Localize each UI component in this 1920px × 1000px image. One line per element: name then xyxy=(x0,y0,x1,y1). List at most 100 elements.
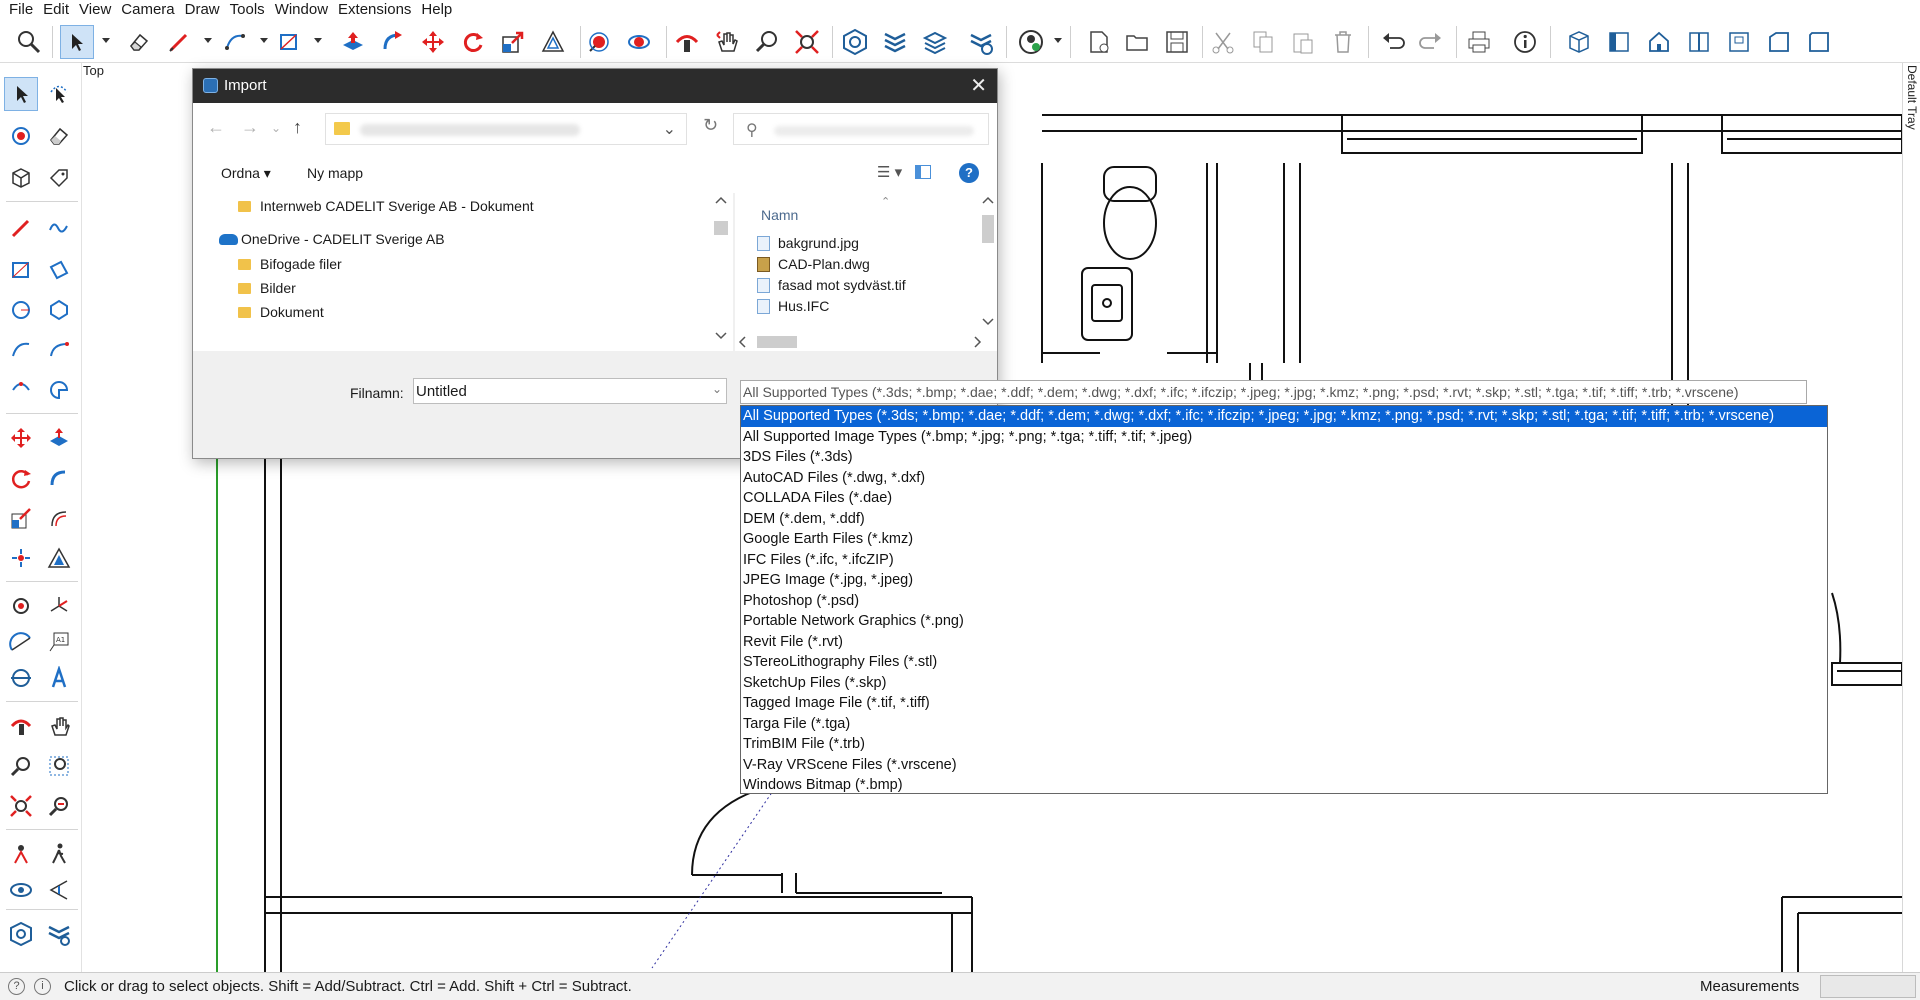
pan-hand-icon[interactable] xyxy=(710,25,744,59)
save-icon[interactable] xyxy=(1160,25,1194,59)
model-info-icon[interactable] xyxy=(1508,25,1542,59)
front-view-icon[interactable] xyxy=(1642,25,1676,59)
section-display-icon[interactable] xyxy=(42,873,76,907)
move-icon[interactable] xyxy=(4,421,38,455)
geo-location-icon[interactable]: ? xyxy=(8,978,25,995)
menu-file[interactable]: File xyxy=(4,0,38,20)
measurements-input[interactable] xyxy=(1820,975,1916,998)
file-type-option[interactable]: IFC Files (*.ifc, *.ifcZIP) xyxy=(741,550,1827,571)
file-type-option[interactable]: V-Ray VRScene Files (*.vrscene) xyxy=(741,755,1827,776)
look-around-icon[interactable] xyxy=(4,873,38,907)
file-type-option[interactable]: COLLADA Files (*.dae) xyxy=(741,488,1827,509)
menu-camera[interactable]: Camera xyxy=(116,0,179,20)
warehouse-icon[interactable] xyxy=(4,917,38,951)
file-item[interactable]: CAD-Plan.dwg xyxy=(757,253,870,275)
freehand-icon[interactable] xyxy=(42,211,76,245)
menu-tools[interactable]: Tools xyxy=(225,0,270,20)
scale-icon[interactable] xyxy=(4,501,38,535)
chevron-down-icon[interactable] xyxy=(102,38,110,43)
file-type-option[interactable]: All Supported Image Types (*.bmp; *.jpg;… xyxy=(741,427,1827,448)
paint-bucket-icon[interactable] xyxy=(4,119,38,153)
pencil-line-icon[interactable] xyxy=(162,25,196,59)
rectangle-icon[interactable] xyxy=(272,25,306,59)
tree-item[interactable]: OneDrive - CADELIT Sverige AB xyxy=(219,228,445,250)
arc-icon[interactable] xyxy=(218,25,252,59)
extension-warehouse-icon[interactable] xyxy=(878,25,912,59)
up-arrow-icon[interactable]: ↑ xyxy=(293,117,302,138)
iso-view-icon[interactable] xyxy=(1562,25,1596,59)
file-list-horizontal-scrollbar[interactable] xyxy=(735,333,997,351)
preview-pane-icon[interactable] xyxy=(915,165,931,179)
axes-icon[interactable] xyxy=(42,589,76,623)
file-type-select[interactable]: All Supported Types (*.3ds; *.bmp; *.dae… xyxy=(740,380,1807,404)
help-icon[interactable]: ? xyxy=(959,163,979,183)
extension-manager-icon[interactable] xyxy=(42,917,76,951)
tag-icon[interactable] xyxy=(42,161,76,195)
zoom-extents-icon[interactable] xyxy=(790,25,824,59)
view-options-icon[interactable]: ☰ ▾ xyxy=(877,163,902,181)
eraser-icon[interactable] xyxy=(42,119,76,153)
orbit-camera-icon[interactable] xyxy=(670,25,704,59)
menu-view[interactable]: View xyxy=(74,0,116,20)
zoom-icon[interactable] xyxy=(750,25,784,59)
polygon-icon[interactable] xyxy=(42,293,76,327)
paint-bucket-icon[interactable] xyxy=(582,25,616,59)
chevron-down-icon[interactable] xyxy=(260,38,268,43)
three-point-arc-icon[interactable] xyxy=(4,373,38,407)
offset-icon[interactable] xyxy=(536,25,570,59)
file-type-option[interactable]: Photoshop (*.psd) xyxy=(741,591,1827,612)
redo-icon[interactable] xyxy=(1414,25,1448,59)
file-type-option[interactable]: AutoCAD Files (*.dwg, *.dxf) xyxy=(741,468,1827,489)
left-view-icon[interactable] xyxy=(1762,25,1796,59)
protractor-icon[interactable] xyxy=(4,625,38,659)
chevron-down-icon[interactable]: ⌄ xyxy=(712,382,722,396)
rectangle-icon[interactable] xyxy=(4,253,38,287)
print-icon[interactable] xyxy=(1462,25,1496,59)
file-type-option[interactable]: Tagged Image File (*.tif, *.tiff) xyxy=(741,693,1827,714)
select-tool-icon[interactable] xyxy=(4,77,38,111)
extension-manager-icon[interactable] xyxy=(964,25,998,59)
paste-icon[interactable] xyxy=(1286,25,1320,59)
zoom-window-icon[interactable] xyxy=(42,749,76,783)
pan-hand-icon[interactable] xyxy=(42,709,76,743)
file-type-option[interactable]: All Supported Types (*.3ds; *.bmp; *.dae… xyxy=(741,406,1827,427)
zoom-extents-icon[interactable] xyxy=(4,789,38,823)
move-icon[interactable] xyxy=(416,25,450,59)
tree-item[interactable]: Dokument xyxy=(238,301,324,323)
file-item[interactable]: fasad mot sydväst.tif xyxy=(757,274,906,296)
back-arrow-icon[interactable]: ← xyxy=(207,117,225,138)
forward-arrow-icon[interactable]: → xyxy=(241,117,259,138)
file-type-option[interactable]: TrimBIM File (*.trb) xyxy=(741,734,1827,755)
follow-me-icon[interactable] xyxy=(42,461,76,495)
search-input[interactable]: ⚲ xyxy=(733,113,989,145)
warehouse-icon[interactable] xyxy=(838,25,872,59)
solid-tools-icon[interactable] xyxy=(42,541,76,575)
bottom-view-icon[interactable] xyxy=(1802,25,1836,59)
file-type-option[interactable]: Portable Network Graphics (*.png) xyxy=(741,611,1827,632)
pie-icon[interactable] xyxy=(42,373,76,407)
default-tray-tab[interactable]: Default Tray xyxy=(1902,63,1920,972)
undo-icon[interactable] xyxy=(1376,25,1410,59)
flip-icon[interactable] xyxy=(4,541,38,575)
address-bar[interactable]: ⌄ xyxy=(325,113,687,145)
orbit-camera-icon[interactable] xyxy=(4,709,38,743)
tree-item[interactable]: Internweb CADELIT Sverige AB - Dokument xyxy=(238,195,534,217)
menu-edit[interactable]: Edit xyxy=(38,0,74,20)
rotate-icon[interactable] xyxy=(456,25,490,59)
section-plane-icon[interactable] xyxy=(4,661,38,695)
walk-icon[interactable] xyxy=(42,837,76,871)
component-icon[interactable] xyxy=(4,161,38,195)
new-file-icon[interactable] xyxy=(1082,25,1116,59)
select-tool-icon[interactable] xyxy=(60,25,94,59)
rotated-rectangle-icon[interactable] xyxy=(42,253,76,287)
pencil-line-icon[interactable] xyxy=(4,211,38,245)
menu-draw[interactable]: Draw xyxy=(180,0,225,20)
rotate-icon[interactable] xyxy=(4,461,38,495)
tree-scrollbar[interactable] xyxy=(709,193,733,351)
file-type-option[interactable]: Targa File (*.tga) xyxy=(741,714,1827,735)
file-type-option[interactable]: Windows Bitmap (*.bmp) xyxy=(741,775,1827,793)
cut-icon[interactable] xyxy=(1206,25,1240,59)
follow-me-icon[interactable] xyxy=(376,25,410,59)
layers-add-icon[interactable] xyxy=(918,25,952,59)
previous-view-icon[interactable] xyxy=(42,789,76,823)
